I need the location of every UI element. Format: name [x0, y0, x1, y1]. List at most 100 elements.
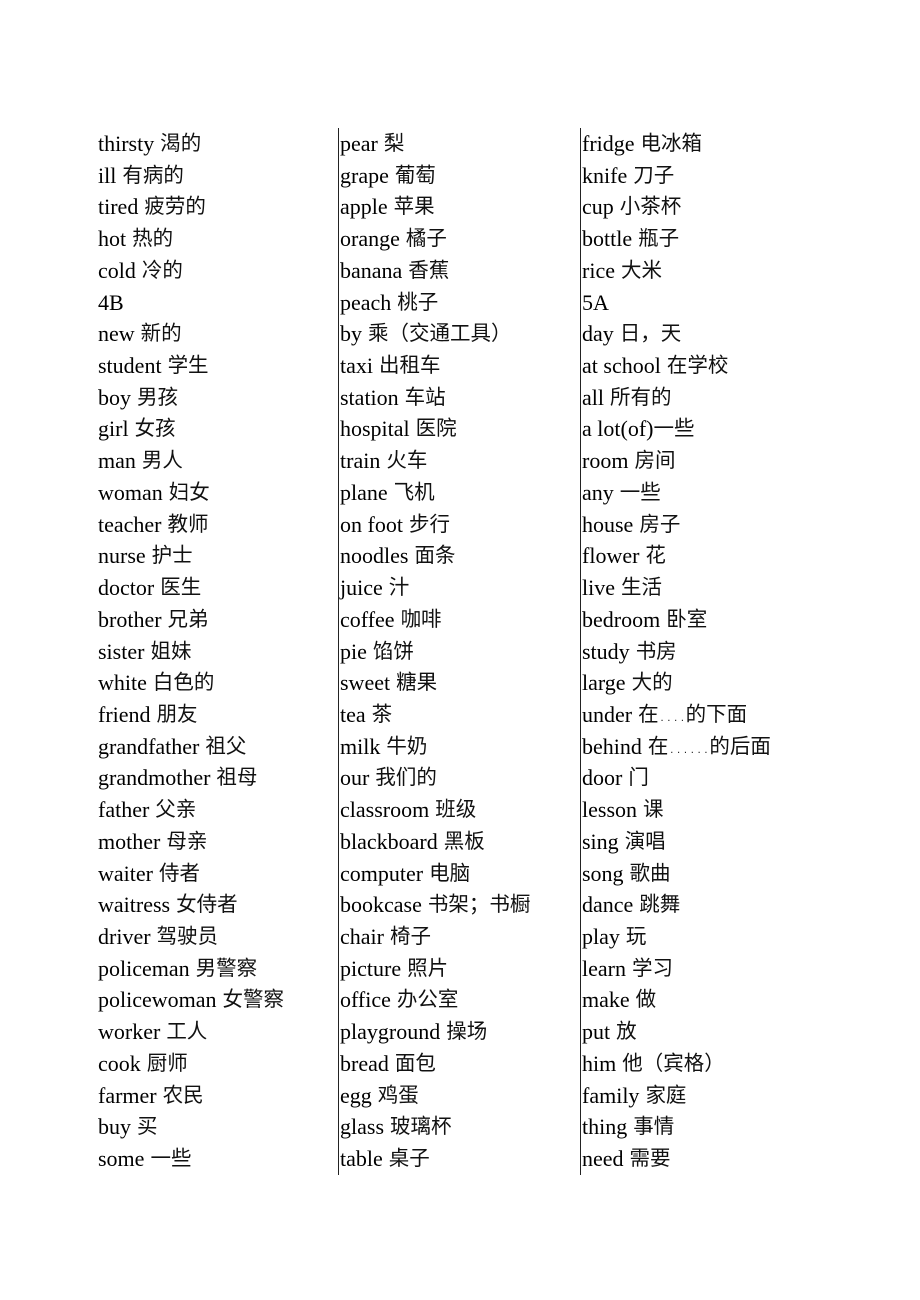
- english-word: milk: [340, 733, 381, 759]
- chinese-meaning: 火车: [386, 448, 428, 473]
- english-word: banana: [340, 257, 403, 283]
- vocab-entry: office 办公室: [340, 984, 580, 1016]
- vocab-entry: flower 花: [582, 540, 822, 572]
- chinese-meaning: 苹果: [393, 194, 435, 219]
- vocab-entry: orange 橘子: [340, 223, 580, 255]
- vocab-entry: teacher 教师: [98, 509, 338, 541]
- chinese-meaning: 做: [635, 987, 657, 1012]
- vocab-entry: at school 在学校: [582, 350, 822, 382]
- vocab-entry: blackboard 黑板: [340, 826, 580, 858]
- vocab-entry: chair 椅子: [340, 921, 580, 953]
- vocab-entry: apple 苹果: [340, 191, 580, 223]
- vocab-entry: family 家庭: [582, 1080, 822, 1112]
- english-word: door: [582, 765, 623, 791]
- vocab-entry: station 车站: [340, 382, 580, 414]
- vocab-entry: nurse 护士: [98, 540, 338, 572]
- english-word: boy: [98, 384, 131, 410]
- english-word: family: [582, 1082, 640, 1108]
- chinese-meaning: 面包: [394, 1050, 436, 1075]
- chinese-meaning: 事情: [633, 1114, 675, 1139]
- chinese-meaning: 新的: [140, 321, 182, 346]
- chinese-meaning: 厨师: [146, 1050, 188, 1075]
- english-word: noodles: [340, 543, 409, 569]
- english-word: play: [582, 923, 620, 949]
- vocab-column-2: pear 梨 grape 葡萄 apple 苹果 orange 橘子 banana 香蕉 peach…: [338, 128, 580, 1175]
- english-word: tired: [98, 194, 139, 220]
- chinese-meaning: 生活: [621, 575, 662, 600]
- vocab-entry: song 歌曲: [582, 858, 822, 890]
- vocab-entry: banana 香蕉: [340, 255, 580, 287]
- chinese-meaning: 电脑: [429, 860, 471, 885]
- english-word: behind: [582, 733, 642, 759]
- vocab-entry: egg 鸡蛋: [340, 1080, 580, 1112]
- chinese-meaning: 热的: [132, 226, 174, 251]
- vocab-entry: door 门: [582, 762, 822, 794]
- english-word: live: [582, 575, 615, 601]
- vocab-entry: policewoman 女警察: [98, 984, 338, 1016]
- chinese-meaning: 男孩: [137, 384, 178, 409]
- chinese-meaning: 糖果: [396, 670, 438, 695]
- english-word: a lot(of): [582, 416, 654, 442]
- english-word: rice: [582, 257, 615, 283]
- chinese-meaning: 跳舞: [639, 892, 681, 917]
- english-word: plane: [340, 479, 388, 505]
- english-word: study: [582, 638, 630, 664]
- vocab-entry: sing 演唱: [582, 826, 822, 858]
- english-word: all: [582, 384, 604, 410]
- chinese-meaning: 刀子: [633, 162, 675, 187]
- english-word: song: [582, 860, 624, 886]
- english-word: waitress: [98, 892, 171, 918]
- english-word: cup: [582, 194, 614, 220]
- english-word: learn: [582, 955, 626, 981]
- english-word: thirsty: [98, 131, 155, 156]
- english-word: student: [98, 353, 162, 379]
- english-word: ill: [98, 162, 117, 188]
- vocab-entry: milk 牛奶: [340, 731, 580, 763]
- vocab-entry: 4B: [98, 287, 338, 319]
- chinese-meaning: 男警察: [195, 955, 258, 980]
- english-word: pear: [340, 131, 378, 156]
- english-word: him: [582, 1050, 617, 1076]
- vocab-entry: driver 驾驶员: [98, 921, 338, 953]
- chinese-meaning: 日，天: [619, 321, 682, 346]
- chinese-meaning: 女警察: [222, 987, 285, 1012]
- vocab-entry: friend 朋友: [98, 699, 338, 731]
- vocab-entry: behind 在……的后面: [582, 731, 822, 763]
- vocab-entry: mother 母亲: [98, 826, 338, 858]
- document-page: thirsty 渴的 ill 有病的 tired 疲劳的 hot 热的 cold 冷的 4B new 新…: [0, 0, 920, 1300]
- chinese-meaning: 汁: [388, 575, 410, 600]
- english-word: put: [582, 1019, 611, 1045]
- chinese-meaning: 办公室: [396, 987, 459, 1012]
- chinese-meaning: 男人: [141, 448, 183, 473]
- vocab-entry: girl 女孩: [98, 413, 338, 445]
- vocab-entry: learn 学习: [582, 953, 822, 985]
- english-word: white: [98, 670, 147, 696]
- chinese-meaning: 驾驶员: [156, 923, 219, 948]
- english-word: need: [582, 1146, 624, 1171]
- vocab-entry: thirsty 渴的: [98, 128, 338, 160]
- vocab-entry: plane 飞机: [340, 477, 580, 509]
- chinese-meaning: 面条: [414, 543, 456, 568]
- vocab-entry: boy 男孩: [98, 382, 338, 414]
- chinese-meaning: 医生: [160, 575, 202, 600]
- chinese-meaning: 葡萄: [394, 162, 436, 187]
- vocab-entry: policeman 男警察: [98, 953, 338, 985]
- english-word: brother: [98, 606, 162, 632]
- chinese-meaning: 在……的后面: [647, 733, 771, 758]
- vocab-entry: classroom 班级: [340, 794, 580, 826]
- english-word: by: [340, 321, 362, 347]
- chinese-meaning: 香蕉: [408, 257, 450, 282]
- vocab-entry: day 日，天: [582, 318, 822, 350]
- english-word: girl: [98, 416, 129, 442]
- chinese-meaning: 橘子: [405, 226, 447, 251]
- chinese-meaning: 书架；书橱: [427, 892, 531, 917]
- english-word: nurse: [98, 543, 146, 569]
- chinese-meaning: 教师: [167, 511, 209, 536]
- chinese-meaning: 妇女: [168, 479, 210, 504]
- chinese-meaning: 花: [645, 543, 666, 568]
- chinese-meaning: 父亲: [155, 797, 197, 822]
- english-word: pie: [340, 638, 367, 664]
- english-word: man: [98, 448, 136, 474]
- vocab-entry: put 放: [582, 1016, 822, 1048]
- vocab-entry: train 火车: [340, 445, 580, 477]
